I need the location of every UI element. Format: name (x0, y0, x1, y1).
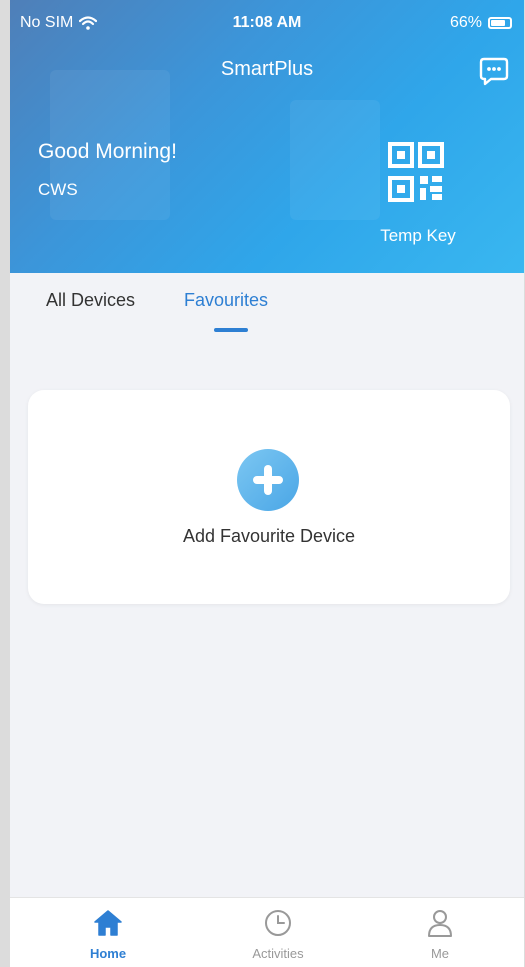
add-favourite-label: Add Favourite Device (182, 526, 356, 546)
device-tabs: All Devices Favourites (10, 290, 524, 340)
nav-activities-label: Activities (252, 946, 304, 961)
favourites-card: Add Favourite Device (28, 390, 510, 604)
nav-me[interactable]: Me (400, 908, 480, 961)
app-screen: No SIM 11:08 AM 66% SmartPlus Good Morni… (10, 0, 524, 967)
nav-home-label: Home (89, 946, 127, 961)
clock-icon (265, 910, 291, 936)
add-favourite-button[interactable] (236, 448, 300, 512)
greeting-text: Good Morning! (38, 140, 177, 163)
header-banner: No SIM 11:08 AM 66% SmartPlus Good Morni… (10, 0, 524, 273)
tab-all-devices[interactable]: All Devices (46, 290, 135, 311)
temp-key-button[interactable]: Temp Key (380, 142, 456, 252)
active-tab-indicator (214, 328, 248, 332)
temp-key-label: Temp Key (380, 226, 456, 245)
app-title: SmartPlus (220, 58, 314, 80)
nav-activities[interactable]: Activities (238, 908, 318, 961)
plus-circle-icon (237, 449, 299, 511)
qr-code-icon (388, 142, 444, 202)
person-icon (428, 910, 452, 937)
status-bar: No SIM 11:08 AM 66% (10, 0, 524, 46)
tab-favourites[interactable]: Favourites (184, 290, 268, 311)
clock-time: 11:08 AM (232, 14, 302, 31)
home-icon (94, 910, 122, 936)
nav-home[interactable]: Home (68, 908, 148, 961)
battery-percent: 66% (449, 14, 482, 31)
chat-bubble-icon (479, 57, 509, 86)
battery-icon (488, 17, 512, 29)
nav-me-label: Me (430, 946, 450, 961)
bottom-nav: Home Activities Me (10, 897, 524, 967)
message-button[interactable] (478, 55, 510, 87)
user-name: CWS (38, 180, 78, 199)
banner-decoration (290, 100, 380, 220)
status-right: 66% (450, 14, 512, 32)
